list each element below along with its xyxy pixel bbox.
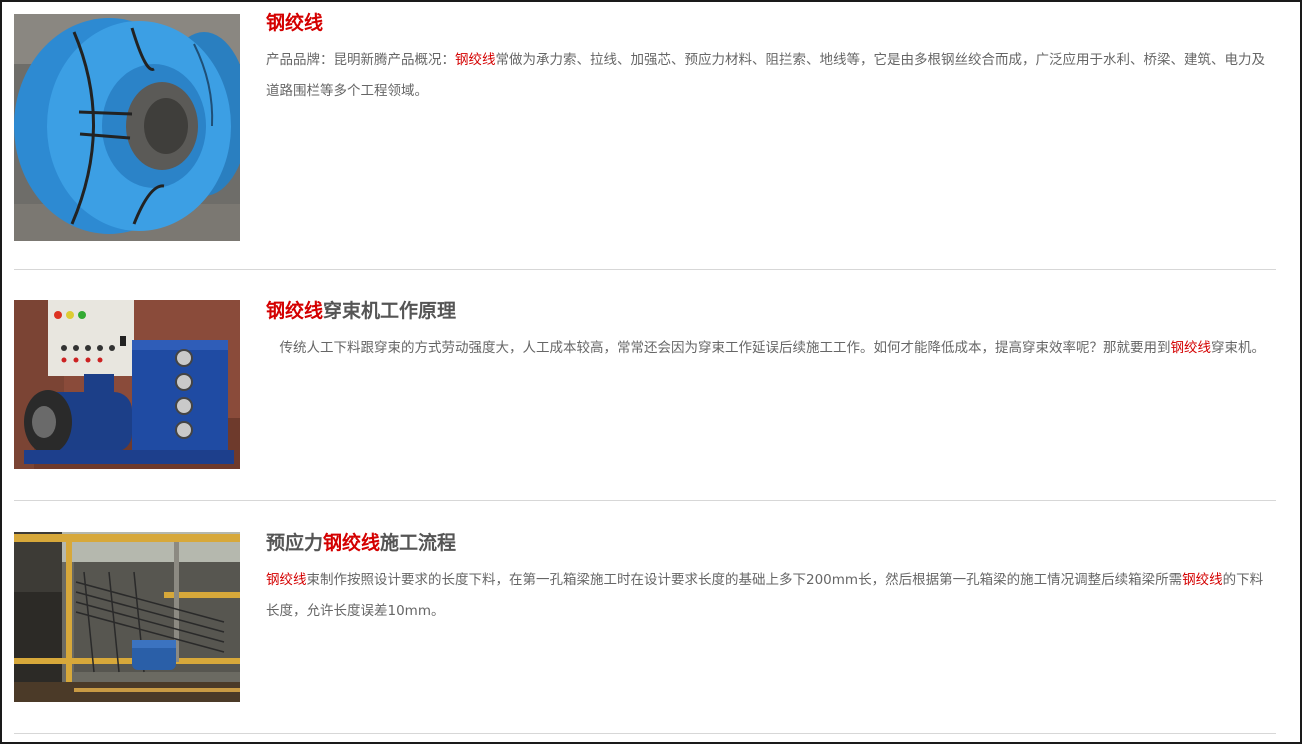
list-item: 钢绞线 产品品牌：昆明新腾产品概况：钢绞线常做为承力索、拉线、加强芯、预应力材料…: [14, 10, 1276, 270]
list-item: 钢绞线穿束机工作原理 传统人工下料跟穿束的方式劳动强度大，人工成本较高，常常还会…: [14, 298, 1276, 501]
product-image-steel-strand-coil[interactable]: [14, 14, 240, 241]
article-content: 钢绞线穿束机工作原理 传统人工下料跟穿束的方式劳动强度大，人工成本较高，常常还会…: [266, 298, 1268, 364]
article-content: 钢绞线 产品品牌：昆明新腾产品概况：钢绞线常做为承力索、拉线、加强芯、预应力材料…: [266, 10, 1268, 107]
article-content: 预应力钢绞线施工流程 钢绞线束制作按照设计要求的长度下料，在第一孔箱梁施工时在设…: [266, 530, 1268, 627]
product-image-threading-machine[interactable]: [14, 300, 240, 469]
construction-site-image: [14, 532, 240, 702]
article-title[interactable]: 钢绞线穿束机工作原理: [266, 298, 1268, 324]
product-image-construction-site[interactable]: [14, 532, 240, 702]
article-title[interactable]: 预应力钢绞线施工流程: [266, 530, 1268, 556]
article-summary: 产品品牌：昆明新腾产品概况：钢绞线常做为承力索、拉线、加强芯、预应力材料、阻拦索…: [266, 52, 1265, 99]
threading-machine-image: [14, 300, 240, 469]
steel-strand-coil-image: [14, 14, 240, 241]
article-summary: 传统人工下料跟穿束的方式劳动强度大，人工成本较高，常常还会因为穿束工作延误后续施…: [266, 340, 1265, 356]
list-item: 预应力钢绞线施工流程 钢绞线束制作按照设计要求的长度下料，在第一孔箱梁施工时在设…: [14, 530, 1276, 734]
article-summary: 钢绞线束制作按照设计要求的长度下料，在第一孔箱梁施工时在设计要求长度的基础上多下…: [266, 572, 1264, 619]
article-list: 钢绞线 产品品牌：昆明新腾产品概况：钢绞线常做为承力索、拉线、加强芯、预应力材料…: [0, 0, 1302, 744]
article-title[interactable]: 钢绞线: [266, 10, 1268, 36]
